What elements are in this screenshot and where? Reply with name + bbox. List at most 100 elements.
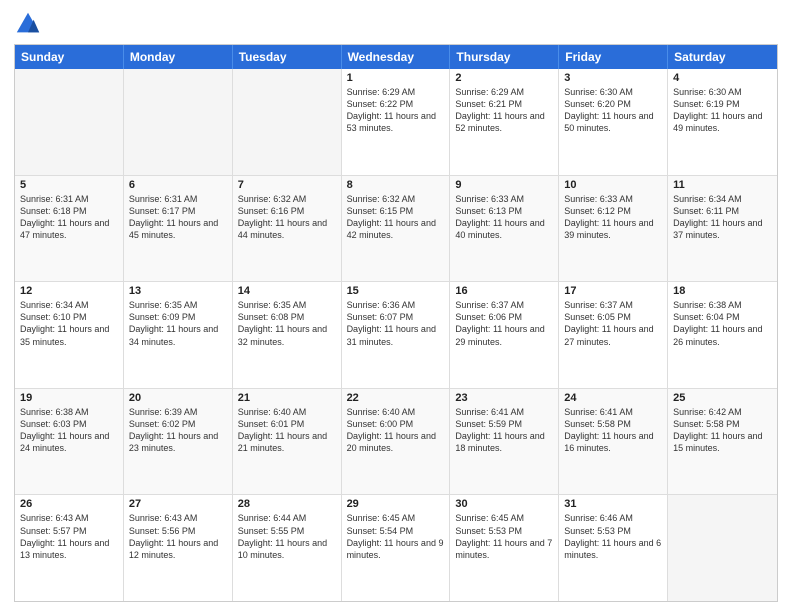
day-number: 17 [564,285,662,297]
day-info: Sunrise: 6:43 AM Sunset: 5:57 PM Dayligh… [20,512,118,561]
day-info: Sunrise: 6:29 AM Sunset: 6:21 PM Dayligh… [455,86,553,135]
day-number: 24 [564,392,662,404]
day-info: Sunrise: 6:45 AM Sunset: 5:54 PM Dayligh… [347,512,445,561]
calendar-day: 18 Sunrise: 6:38 AM Sunset: 6:04 PM Dayli… [668,282,777,388]
day-info: Sunrise: 6:39 AM Sunset: 6:02 PM Dayligh… [129,406,227,455]
calendar-day: 13 Sunrise: 6:35 AM Sunset: 6:09 PM Dayli… [124,282,233,388]
day-info: Sunrise: 6:36 AM Sunset: 6:07 PM Dayligh… [347,299,445,348]
weekday-header: Monday [124,45,233,69]
page: SundayMondayTuesdayWednesdayThursdayFrid… [0,0,792,612]
calendar-day: 14 Sunrise: 6:35 AM Sunset: 6:08 PM Dayli… [233,282,342,388]
calendar-row: 19Sunrise: 6:38 AM Sunset: 6:03 PM Dayli… [15,389,777,496]
calendar-body: 1 Sunrise: 6:29 AM Sunset: 6:22 PM Daylig… [15,69,777,601]
calendar-day: 24 Sunrise: 6:41 AM Sunset: 5:58 PM Dayli… [559,389,668,495]
day-number: 13 [129,285,227,297]
calendar-row: 1 Sunrise: 6:29 AM Sunset: 6:22 PM Daylig… [15,69,777,176]
day-number: 8 [347,179,445,191]
day-info: Sunrise: 6:45 AM Sunset: 5:53 PM Dayligh… [455,512,553,561]
logo [14,10,46,38]
day-info: Sunrise: 6:40 AM Sunset: 6:01 PM Dayligh… [238,406,336,455]
day-info: Sunrise: 6:35 AM Sunset: 6:09 PM Dayligh… [129,299,227,348]
day-info: Sunrise: 6:41 AM Sunset: 5:59 PM Dayligh… [455,406,553,455]
day-info: Sunrise: 6:41 AM Sunset: 5:58 PM Dayligh… [564,406,662,455]
day-info: Sunrise: 6:40 AM Sunset: 6:00 PM Dayligh… [347,406,445,455]
calendar-day: 20Sunrise: 6:39 AM Sunset: 6:02 PM Dayli… [124,389,233,495]
calendar-day: 26Sunrise: 6:43 AM Sunset: 5:57 PM Dayli… [15,495,124,601]
day-number: 3 [564,72,662,84]
calendar-day: 1 Sunrise: 6:29 AM Sunset: 6:22 PM Daylig… [342,69,451,175]
logo-icon [14,10,42,38]
day-info: Sunrise: 6:42 AM Sunset: 5:58 PM Dayligh… [673,406,772,455]
calendar-header: SundayMondayTuesdayWednesdayThursdayFrid… [15,45,777,69]
day-info: Sunrise: 6:31 AM Sunset: 6:17 PM Dayligh… [129,193,227,242]
day-number: 7 [238,179,336,191]
weekday-header: Wednesday [342,45,451,69]
day-number: 14 [238,285,336,297]
day-number: 2 [455,72,553,84]
day-info: Sunrise: 6:38 AM Sunset: 6:03 PM Dayligh… [20,406,118,455]
day-info: Sunrise: 6:30 AM Sunset: 6:19 PM Dayligh… [673,86,772,135]
day-info: Sunrise: 6:31 AM Sunset: 6:18 PM Dayligh… [20,193,118,242]
calendar-day: 3 Sunrise: 6:30 AM Sunset: 6:20 PM Daylig… [559,69,668,175]
empty-day [668,495,777,601]
empty-day [233,69,342,175]
calendar-day: 25 Sunrise: 6:42 AM Sunset: 5:58 PM Dayli… [668,389,777,495]
day-number: 10 [564,179,662,191]
weekday-header: Saturday [668,45,777,69]
calendar-day: 7 Sunrise: 6:32 AM Sunset: 6:16 PM Daylig… [233,176,342,282]
calendar-day: 19Sunrise: 6:38 AM Sunset: 6:03 PM Dayli… [15,389,124,495]
day-number: 6 [129,179,227,191]
calendar-day: 15 Sunrise: 6:36 AM Sunset: 6:07 PM Dayli… [342,282,451,388]
calendar-day: 10 Sunrise: 6:33 AM Sunset: 6:12 PM Dayli… [559,176,668,282]
calendar-day: 22 Sunrise: 6:40 AM Sunset: 6:00 PM Dayli… [342,389,451,495]
calendar-day: 23 Sunrise: 6:41 AM Sunset: 5:59 PM Dayli… [450,389,559,495]
calendar-day: 6 Sunrise: 6:31 AM Sunset: 6:17 PM Daylig… [124,176,233,282]
calendar-row: 26Sunrise: 6:43 AM Sunset: 5:57 PM Dayli… [15,495,777,601]
day-info: Sunrise: 6:30 AM Sunset: 6:20 PM Dayligh… [564,86,662,135]
day-number: 12 [20,285,118,297]
empty-day [124,69,233,175]
calendar-day: 17 Sunrise: 6:37 AM Sunset: 6:05 PM Dayli… [559,282,668,388]
day-info: Sunrise: 6:32 AM Sunset: 6:16 PM Dayligh… [238,193,336,242]
weekday-header: Sunday [15,45,124,69]
day-number: 29 [347,498,445,510]
day-number: 16 [455,285,553,297]
day-number: 25 [673,392,772,404]
day-number: 28 [238,498,336,510]
day-number: 21 [238,392,336,404]
day-number: 22 [347,392,445,404]
day-number: 23 [455,392,553,404]
empty-day [15,69,124,175]
day-info: Sunrise: 6:33 AM Sunset: 6:12 PM Dayligh… [564,193,662,242]
calendar-day: 16 Sunrise: 6:37 AM Sunset: 6:06 PM Dayli… [450,282,559,388]
day-number: 1 [347,72,445,84]
day-number: 18 [673,285,772,297]
calendar-day: 4 Sunrise: 6:30 AM Sunset: 6:19 PM Daylig… [668,69,777,175]
calendar-day: 31Sunrise: 6:46 AM Sunset: 5:53 PM Dayli… [559,495,668,601]
calendar-day: 9 Sunrise: 6:33 AM Sunset: 6:13 PM Daylig… [450,176,559,282]
calendar-day: 27Sunrise: 6:43 AM Sunset: 5:56 PM Dayli… [124,495,233,601]
calendar-row: 5Sunrise: 6:31 AM Sunset: 6:18 PM Daylig… [15,176,777,283]
day-number: 9 [455,179,553,191]
calendar-day: 12Sunrise: 6:34 AM Sunset: 6:10 PM Dayli… [15,282,124,388]
day-info: Sunrise: 6:32 AM Sunset: 6:15 PM Dayligh… [347,193,445,242]
day-info: Sunrise: 6:38 AM Sunset: 6:04 PM Dayligh… [673,299,772,348]
day-number: 15 [347,285,445,297]
day-number: 30 [455,498,553,510]
day-info: Sunrise: 6:35 AM Sunset: 6:08 PM Dayligh… [238,299,336,348]
day-info: Sunrise: 6:37 AM Sunset: 6:06 PM Dayligh… [455,299,553,348]
calendar-day: 11Sunrise: 6:34 AM Sunset: 6:11 PM Dayli… [668,176,777,282]
calendar-day: 29 Sunrise: 6:45 AM Sunset: 5:54 PM Dayli… [342,495,451,601]
day-info: Sunrise: 6:37 AM Sunset: 6:05 PM Dayligh… [564,299,662,348]
day-number: 4 [673,72,772,84]
header [14,10,778,38]
day-info: Sunrise: 6:29 AM Sunset: 6:22 PM Dayligh… [347,86,445,135]
calendar-day: 8 Sunrise: 6:32 AM Sunset: 6:15 PM Daylig… [342,176,451,282]
day-info: Sunrise: 6:34 AM Sunset: 6:11 PM Dayligh… [673,193,772,242]
calendar: SundayMondayTuesdayWednesdayThursdayFrid… [14,44,778,602]
calendar-row: 12Sunrise: 6:34 AM Sunset: 6:10 PM Dayli… [15,282,777,389]
weekday-header: Thursday [450,45,559,69]
day-info: Sunrise: 6:33 AM Sunset: 6:13 PM Dayligh… [455,193,553,242]
calendar-day: 2 Sunrise: 6:29 AM Sunset: 6:21 PM Daylig… [450,69,559,175]
day-number: 27 [129,498,227,510]
